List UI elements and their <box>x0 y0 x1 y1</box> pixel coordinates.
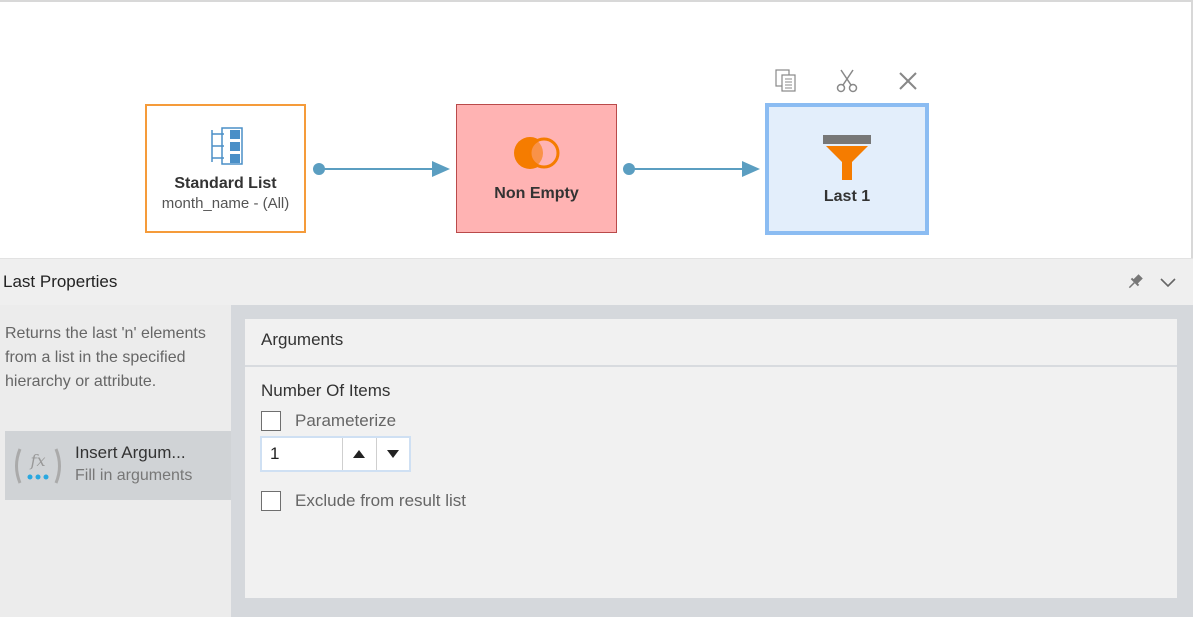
properties-title: Last Properties <box>3 272 118 291</box>
connector-arrow <box>623 161 760 177</box>
parameterize-label: Parameterize <box>295 411 397 430</box>
number-of-items-stepper[interactable] <box>260 436 411 472</box>
properties-header: Last Properties <box>0 258 1193 305</box>
overlap-circles-icon <box>513 136 559 169</box>
cut-icon[interactable] <box>832 66 862 96</box>
node-title: Standard List <box>174 175 277 192</box>
close-icon[interactable] <box>893 66 923 96</box>
diagram-canvas[interactable]: Standard List month_name - (All) Non Emp… <box>0 0 1193 258</box>
node-last[interactable]: Last 1 <box>765 103 929 235</box>
node-subtitle: month_name - (All) <box>161 195 290 212</box>
function-icon: fx <box>15 448 61 484</box>
number-of-items-label: Number Of Items <box>261 381 391 400</box>
arguments-card: Arguments Number Of Items Parameterize E… <box>245 319 1177 598</box>
filter-funnel-icon <box>823 135 871 180</box>
list-hierarchy-icon <box>210 127 243 165</box>
triangle-up-icon <box>353 450 366 458</box>
connector-arrow <box>313 161 450 177</box>
app-root: Standard List month_name - (All) Non Emp… <box>0 0 1193 617</box>
triangle-down-icon <box>386 450 399 458</box>
node-standard-list[interactable]: Standard List month_name - (All) <box>145 104 306 233</box>
parameterize-checkbox[interactable] <box>261 411 281 431</box>
number-of-items-input[interactable] <box>262 438 342 470</box>
node-title: Last 1 <box>823 188 871 205</box>
node-non-empty[interactable]: Non Empty <box>456 104 617 233</box>
insert-arguments-item[interactable]: fx Insert Argum... Fill in arguments <box>5 431 231 500</box>
properties-sidebar: Returns the last 'n' elements from a lis… <box>0 305 231 617</box>
insert-subtitle: Fill in arguments <box>75 467 193 484</box>
node-title: Non Empty <box>494 184 579 202</box>
function-description: Returns the last 'n' elements from a lis… <box>5 325 206 390</box>
chevron-down-icon[interactable] <box>1157 271 1179 293</box>
decrement-button[interactable] <box>375 438 409 470</box>
exclude-label: Exclude from result list <box>295 491 466 510</box>
arguments-header: Arguments <box>245 319 1177 367</box>
exclude-checkbox-row[interactable]: Exclude from result list <box>261 491 466 511</box>
svg-text:fx: fx <box>30 451 46 470</box>
insert-title: Insert Argum... <box>75 443 186 462</box>
copy-icon[interactable] <box>771 66 801 96</box>
pin-icon[interactable] <box>1124 271 1146 293</box>
arguments-title: Arguments <box>261 330 344 349</box>
increment-button[interactable] <box>342 438 376 470</box>
properties-body: Returns the last 'n' elements from a lis… <box>0 305 1193 617</box>
parameterize-checkbox-row[interactable]: Parameterize <box>261 411 396 431</box>
exclude-checkbox[interactable] <box>261 491 281 511</box>
